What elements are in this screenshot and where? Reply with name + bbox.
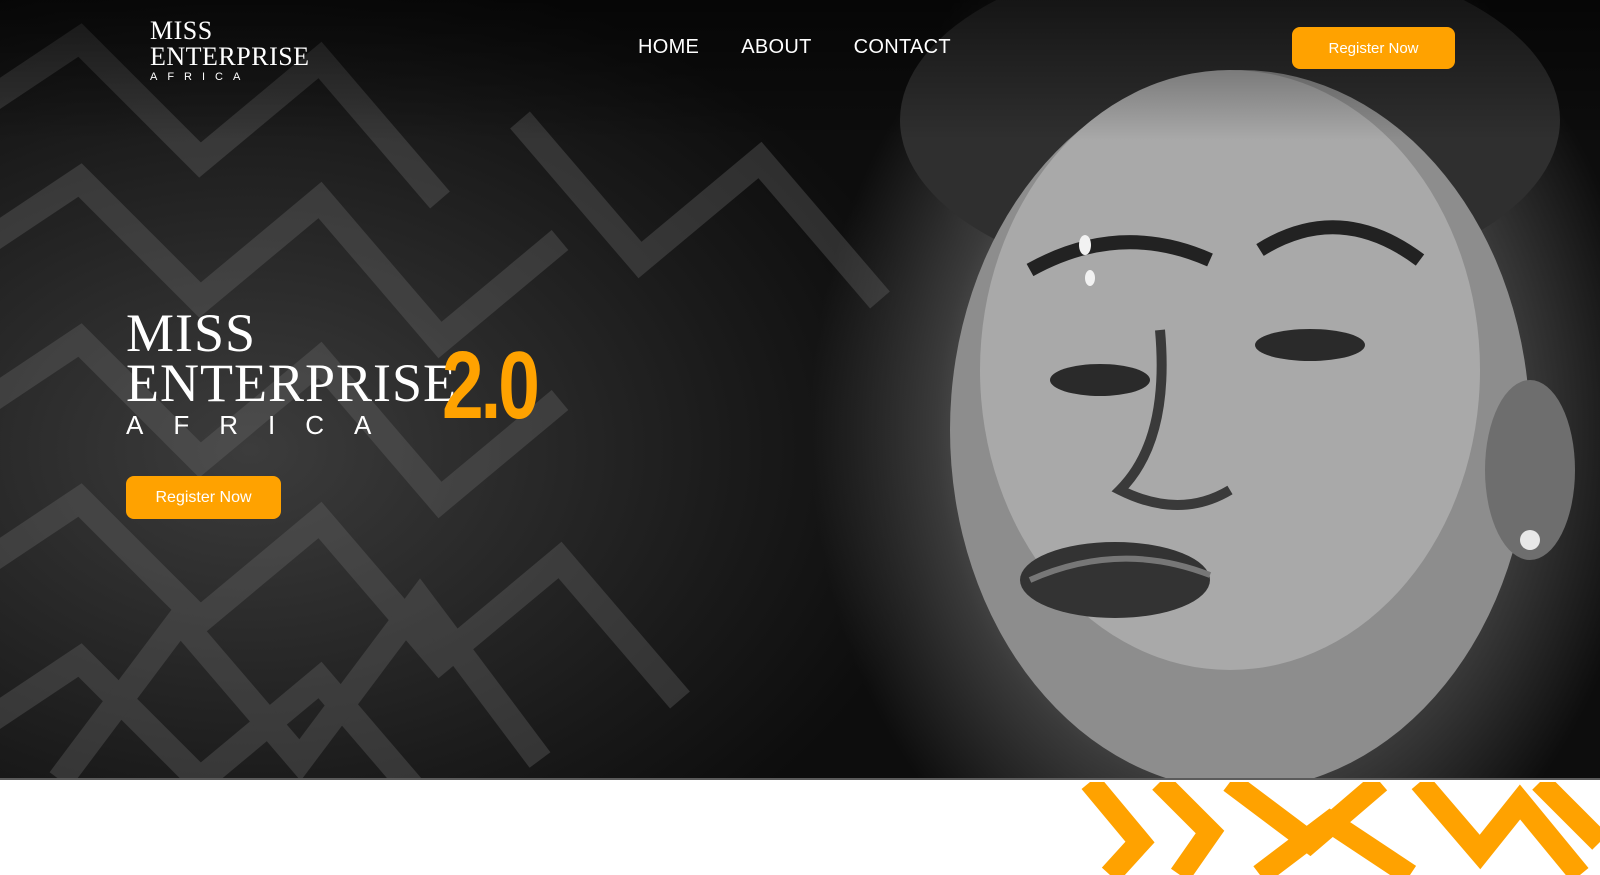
main-nav: HOME ABOUT CONTACT xyxy=(638,36,951,59)
hero-title-miss: MISS xyxy=(126,303,257,363)
hero-section: MISS ENTERPRISE AFRICA HOME ABOUT CONTAC… xyxy=(0,0,1600,780)
site-logo[interactable]: MISS ENTERPRISE AFRICA xyxy=(150,18,310,83)
nav-item-contact[interactable]: CONTACT xyxy=(854,36,951,59)
header-register-button[interactable]: Register Now xyxy=(1292,27,1455,69)
logo-line-miss: MISS xyxy=(150,16,213,45)
logo-line-enterprise: ENTERPRISE xyxy=(150,42,310,71)
hero-register-button[interactable]: Register Now xyxy=(126,476,281,519)
logo-line-africa: AFRICA xyxy=(150,71,251,83)
hero-version-label: 2.0 xyxy=(442,332,540,439)
hero-title: MISS ENTERPRISE AFRICA xyxy=(126,306,457,438)
orange-zigzag-pattern xyxy=(1081,782,1600,875)
nav-item-home[interactable]: HOME xyxy=(638,36,699,59)
hero-title-enterprise: ENTERPRISE xyxy=(126,353,458,413)
nav-item-about[interactable]: ABOUT xyxy=(741,36,811,59)
hero-title-africa: AFRICA xyxy=(126,410,402,440)
